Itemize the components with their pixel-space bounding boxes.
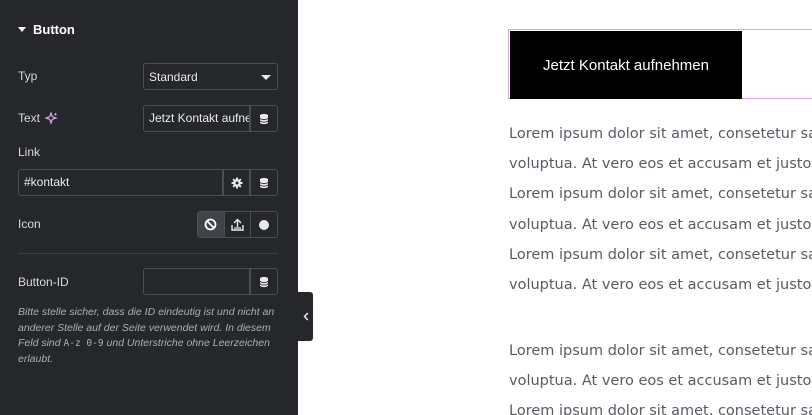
paragraph-line: Lorem ipsum dolor sit amet, consetetur s… [509,403,812,415]
ban-icon [204,218,217,231]
database-icon [258,113,270,125]
help-code: A-z 0-9 [63,338,104,349]
paragraph-line: Lorem ipsum dolor sit amet, consetetur s… [509,343,812,359]
caret-down-icon [18,26,26,32]
gear-icon [231,177,243,189]
dynamic-tags-button[interactable] [250,105,278,132]
paragraph-line: voluptua. At vero eos et accusam et just… [509,156,812,173]
link-input[interactable]: #kontakt [18,169,223,196]
icon-library-option[interactable] [251,212,277,237]
section-divider [18,253,278,254]
section-header-button[interactable]: Button [18,21,75,37]
text-label: Text [18,111,58,125]
icon-label: Icon [18,217,41,231]
icon-choice-group [197,211,278,238]
paragraph-line: Lorem ipsum dolor sit amet, consetetur s… [509,186,812,203]
link-options-button[interactable] [223,169,250,196]
icon-none-option[interactable] [198,212,225,237]
type-select-value: Standard [149,69,198,84]
paragraph-line: voluptua. At vero eos et accusam et just… [509,216,812,233]
chevron-down-icon [261,75,271,80]
paragraph-line: Lorem ipsum dolor sit amet, consetetur s… [509,126,812,142]
section-title: Button [33,21,75,37]
database-icon [258,276,270,288]
type-label: Typ [18,69,38,83]
editor-panel: Button Typ Standard Text Jetzt Kontakt a… [0,0,298,415]
paragraph-line: voluptua. At vero eos et accusam et just… [509,277,812,294]
text-paragraph-1: Lorem ipsum dolor sit amet, consetetur s… [509,119,812,300]
cta-button[interactable]: Jetzt Kontakt aufnehmen [510,31,742,99]
button-id-input[interactable] [143,268,250,295]
button-widget-selection[interactable]: Jetzt Kontakt aufnehmen [508,29,812,99]
icon-upload-option[interactable] [225,212,252,237]
text-input[interactable]: Jetzt Kontakt aufnehmen [143,105,250,132]
link-label: Link [18,145,41,159]
type-select[interactable]: Standard [143,63,278,90]
paragraph-line: voluptua. At vero eos et accusam et just… [509,373,812,390]
button-id-label: Button-ID [18,275,69,289]
link-dynamic-tags-button[interactable] [250,169,278,196]
upload-icon [230,218,245,231]
button-id-help-text: Bitte stelle sicher, dass die ID eindeut… [18,306,275,365]
sparkle-icon[interactable] [45,111,58,125]
circle-icon [258,219,270,231]
page-canvas: Jetzt Kontakt aufnehmen Lorem ipsum dolo… [298,0,812,415]
database-icon [258,177,270,189]
button-id-dynamic-tags-button[interactable] [250,268,278,295]
paragraph-line: Lorem ipsum dolor sit amet, consetetur s… [509,246,812,263]
text-paragraph-2: Lorem ipsum dolor sit amet, consetetur s… [509,336,812,415]
